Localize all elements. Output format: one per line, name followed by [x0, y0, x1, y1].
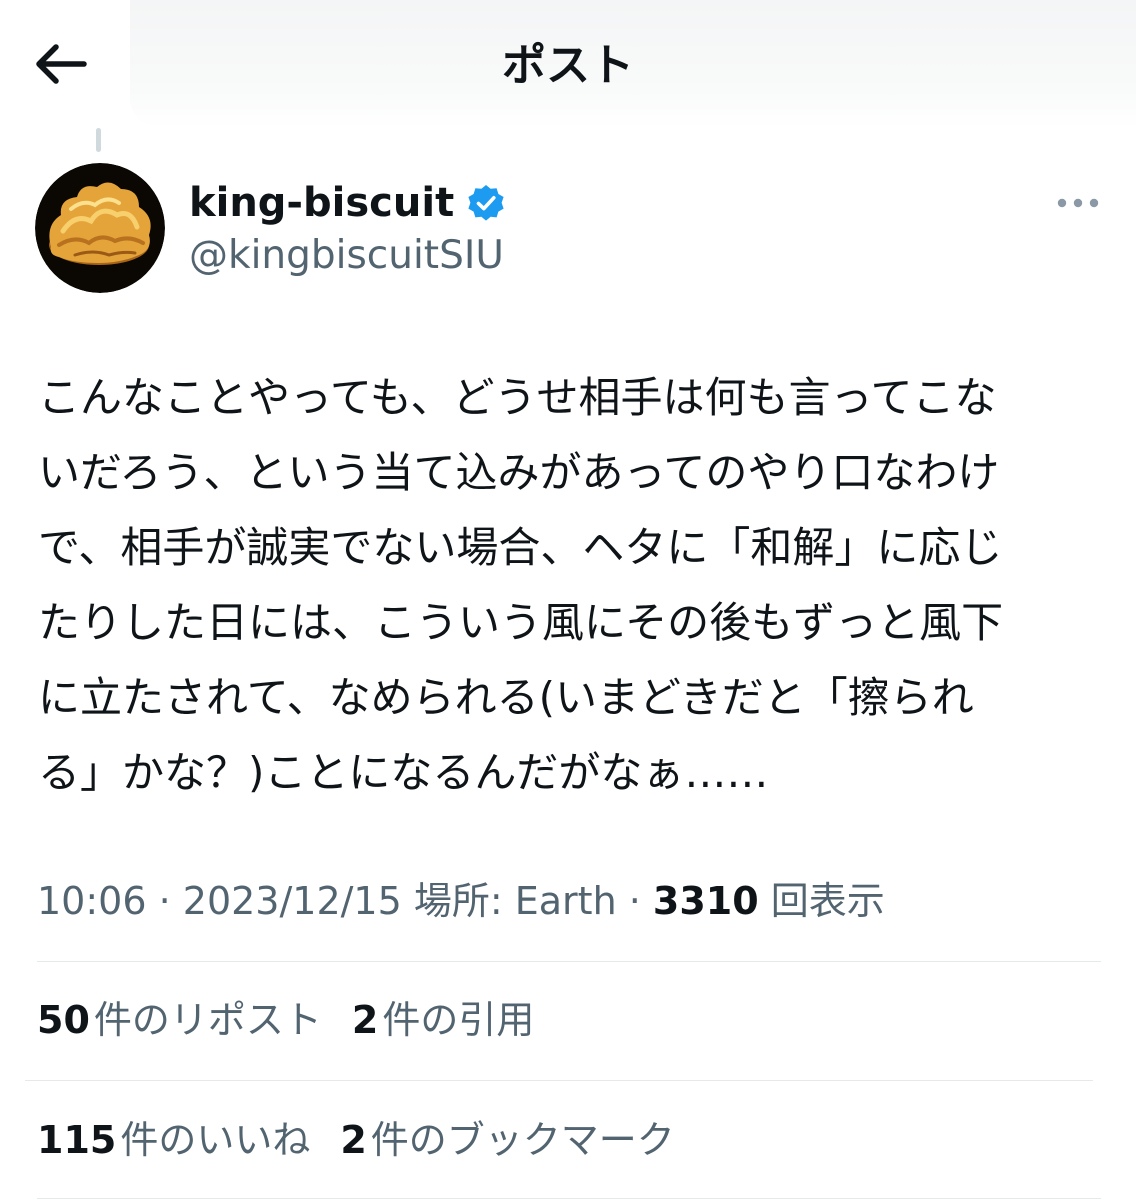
post-detail-screen: ポスト king-biscuit @kingbiscuitSIU こんなことやっ… [0, 0, 1136, 1200]
thread-connector-line [96, 128, 101, 152]
quotes-label: 件の引用 [382, 998, 535, 1042]
user-handle[interactable]: @kingbiscuitSIU [189, 229, 504, 283]
page-title: ポスト [502, 40, 634, 91]
post-text: こんなことやっても、どうせ相手は何も言ってこな いだろう、という当て込みがあって… [38, 360, 1116, 810]
divider [37, 961, 1101, 962]
reposts-label: 件のリポスト [93, 998, 322, 1042]
stats-row-likes: 115 件のいいね 2 件のブックマーク [37, 1113, 705, 1167]
bookmarks-label: 件のブックマーク [370, 1118, 675, 1162]
display-name-text: king-biscuit [189, 180, 455, 226]
post-text-line: たりした日には、こういう風にその後もずっと風下 [38, 598, 1004, 647]
quotes-count: 2 [351, 998, 379, 1042]
more-dots-icon [1056, 194, 1100, 213]
post-location: 場所: Earth [401, 879, 617, 923]
likes-label: 件のいいね [120, 1118, 311, 1162]
likes-count: 115 [37, 1118, 117, 1162]
post-text-line: こんなことやっても、どうせ相手は何も言ってこな [38, 373, 997, 422]
views-count: 3310 [652, 879, 759, 923]
quotes-stat[interactable]: 2 件の引用 [352, 993, 534, 1047]
reposts-stat[interactable]: 50 件のリポスト [37, 993, 322, 1047]
stats-row-reposts: 50 件のリポスト 2 件の引用 [37, 993, 564, 1047]
bookmarks-count: 2 [340, 1118, 367, 1162]
bookmarks-stat[interactable]: 2 件のブックマーク [340, 1113, 674, 1167]
top-bar: ポスト [0, 0, 1136, 130]
post-meta: 10:06 · 2023/12/15 場所: Earth · 3310 回表示 [37, 874, 885, 928]
more-options-button[interactable] [1046, 183, 1110, 223]
meta-separator: · [616, 879, 653, 923]
display-name[interactable]: king-biscuit [189, 176, 506, 230]
post-text-line: いだろう、という当て込みがあってのやり口なわけ [38, 448, 1000, 497]
meta-separator: · [146, 879, 183, 923]
divider [25, 1080, 1093, 1081]
post-text-line: る」かな？)ことになるんだがなぁ…… [38, 748, 769, 797]
views-label: 回表示 [758, 879, 885, 923]
post-text-line: に立たされて、なめられる(いまどきだと「擦られ [38, 673, 974, 722]
divider [37, 1198, 1101, 1199]
reposts-count: 50 [37, 998, 90, 1042]
post-text-line: で、相手が誠実でない場合、ヘタに「和解」に応じ [38, 523, 1003, 572]
avatar[interactable] [35, 163, 165, 293]
biscuit-avatar-icon [35, 163, 165, 293]
verified-badge-icon [466, 183, 506, 223]
post-time[interactable]: 10:06 [37, 879, 147, 923]
post-date[interactable]: 2023/12/15 [183, 879, 402, 923]
likes-stat[interactable]: 115 件のいいね [37, 1113, 310, 1167]
